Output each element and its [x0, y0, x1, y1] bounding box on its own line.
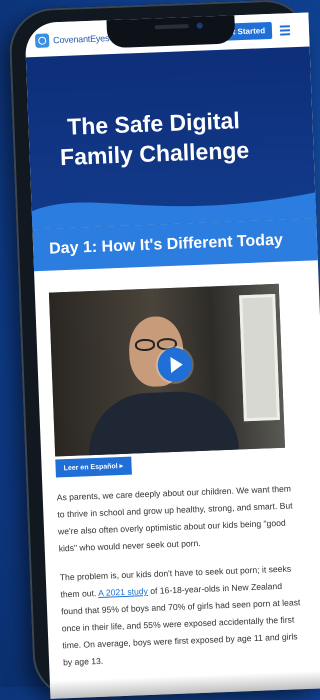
intro-paragraph: As parents, we care deeply about our chi… [56, 483, 293, 554]
covenant-eyes-logo-icon [34, 33, 50, 48]
phone-screen: CovenantEyes Get Started The Safe Digita… [24, 12, 320, 699]
video-player[interactable] [48, 283, 286, 457]
study-link[interactable]: A 2021 study [98, 586, 148, 598]
hamburger-menu-icon[interactable] [279, 25, 291, 37]
phone-notch [106, 13, 236, 49]
thumbnail-window [239, 293, 280, 422]
hero-banner: The Safe Digital Family Challenge [25, 46, 317, 230]
spanish-language-button[interactable]: Leer en Español ▸ [55, 456, 132, 478]
page-content: Leer en Español ▸ As parents, we care de… [34, 260, 320, 672]
speaker-grille [154, 24, 189, 30]
section-title: Day 1: How It's Different Today [48, 231, 284, 258]
brand-name: CovenantEyes [53, 33, 110, 46]
brand-logo[interactable]: CovenantEyes [34, 31, 110, 48]
problem-paragraph: The problem is, our kids don't have to s… [60, 560, 304, 671]
front-camera [196, 22, 203, 29]
screen-bottom-shade [49, 669, 320, 699]
hero-title: The Safe Digital Family Challenge [59, 107, 250, 171]
phone-frame: CovenantEyes Get Started The Safe Digita… [8, 0, 320, 700]
